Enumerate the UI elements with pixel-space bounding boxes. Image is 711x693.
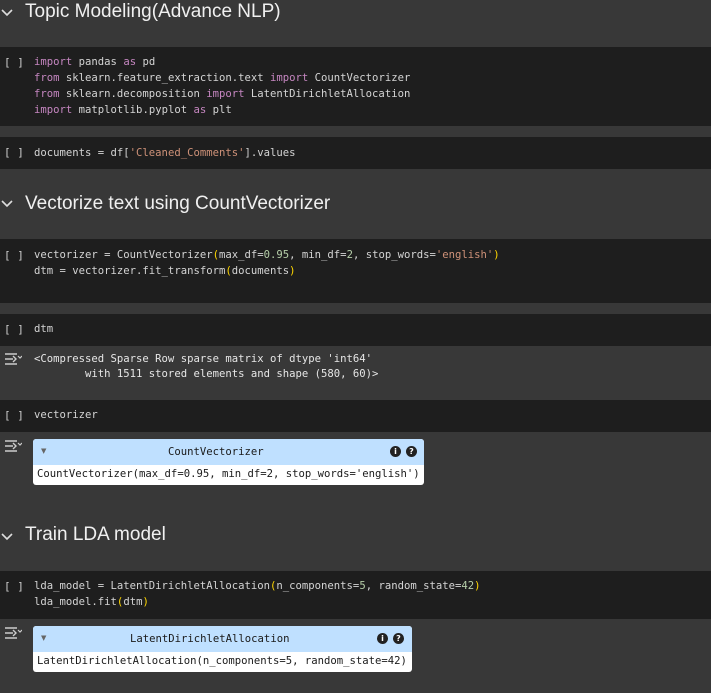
info-icon[interactable]: i: [390, 446, 401, 457]
code-token: as: [193, 104, 207, 116]
code-token: 'english': [435, 249, 494, 261]
cell-output-lda: ▼ LatentDirichletAllocation i ? LatentDi…: [0, 619, 711, 693]
section-heading-topic-modeling[interactable]: Topic Modeling(Advance NLP): [0, 0, 711, 40]
output-line: with 1511 stored elements and shape (580…: [34, 368, 379, 380]
estimator-header[interactable]: ▼ CountVectorizer i ?: [33, 439, 424, 465]
code-editor[interactable]: dtm: [34, 321, 53, 337]
code-editor[interactable]: import pandas as pd from sklearn.feature…: [34, 54, 410, 118]
code-editor[interactable]: lda_model = LatentDirichletAllocation(n_…: [34, 578, 481, 610]
code-token: ): [474, 580, 481, 592]
code-token: plt: [206, 104, 232, 116]
section-title: Topic Modeling(Advance NLP): [25, 1, 281, 22]
code-token: import: [34, 104, 73, 116]
code-token: pd: [136, 56, 156, 68]
output-icon[interactable]: [4, 439, 22, 453]
section-heading-vectorize[interactable]: Vectorize text using CountVectorizer: [0, 178, 711, 228]
code-token: ): [493, 249, 500, 261]
estimator-name: CountVectorizer: [168, 446, 264, 458]
estimator-repr: CountVectorizer(max_df=0.95, min_df=2, s…: [37, 468, 420, 480]
chevron-down-icon[interactable]: [0, 197, 14, 211]
code-token: ): [142, 596, 149, 608]
code-token: max_df=: [218, 249, 264, 261]
estimator-name: LatentDirichletAllocation: [130, 633, 290, 645]
code-token: pandas: [72, 56, 124, 68]
code-token: as: [123, 56, 137, 68]
code-token: lda_model = LatentDirichletAllocation: [34, 580, 270, 592]
code-token: sklearn.feature_extraction.text: [59, 72, 270, 84]
code-token: ].values: [244, 147, 296, 159]
estimator-card[interactable]: ▼ LatentDirichletAllocation i ? LatentDi…: [33, 626, 412, 672]
chevron-down-icon[interactable]: [0, 6, 14, 20]
run-cell-button[interactable]: [ ]: [4, 323, 24, 336]
code-token: , min_df=: [289, 249, 347, 261]
code-token: from: [34, 88, 60, 100]
code-token: , stop_words=: [352, 249, 436, 261]
estimator-body: LatentDirichletAllocation(n_components=5…: [33, 652, 412, 672]
chevron-down-icon[interactable]: [0, 530, 14, 544]
expand-triangle-icon[interactable]: ▼: [41, 447, 46, 455]
code-token: documents: [231, 265, 290, 277]
code-token: 'Cleaned_Comments': [129, 147, 245, 159]
code-token: 42: [461, 580, 475, 592]
output-icon[interactable]: [4, 352, 22, 366]
code-token: , random_state=: [365, 580, 462, 592]
cell-output-vectorizer: ▼ CountVectorizer i ? CountVectorizer(ma…: [0, 432, 711, 492]
section-title: Train LDA model: [25, 524, 166, 545]
code-cell-vectorizer[interactable]: [ ] vectorizer: [0, 400, 711, 432]
code-token: ): [289, 265, 296, 277]
cell-output-dtm: <Compressed Sparse Row sparse matrix of …: [0, 346, 711, 400]
expand-triangle-icon[interactable]: ▼: [41, 634, 46, 642]
help-icon[interactable]: ?: [393, 633, 404, 644]
code-editor[interactable]: documents = df['Cleaned_Comments'].value…: [34, 145, 296, 161]
code-token: documents = df[: [34, 147, 130, 159]
estimator-body: CountVectorizer(max_df=0.95, min_df=2, s…: [33, 465, 424, 485]
run-cell-button[interactable]: [ ]: [4, 580, 24, 593]
code-token: matplotlib.pyplot: [72, 104, 194, 116]
code-token: sklearn.decomposition: [59, 88, 207, 100]
section-heading-train-lda[interactable]: Train LDA model: [0, 510, 711, 560]
estimator-card[interactable]: ▼ CountVectorizer i ? CountVectorizer(ma…: [33, 439, 424, 485]
help-icon[interactable]: ?: [406, 446, 417, 457]
code-token: n_components=: [276, 580, 360, 592]
output-text: <Compressed Sparse Row sparse matrix of …: [34, 352, 378, 382]
code-cell-lda[interactable]: [ ] lda_model = LatentDirichletAllocatio…: [0, 571, 711, 619]
run-cell-button[interactable]: [ ]: [4, 146, 24, 159]
info-icon[interactable]: i: [377, 633, 388, 644]
code-token: import: [34, 56, 73, 68]
output-icon[interactable]: [4, 626, 22, 640]
code-editor[interactable]: vectorizer: [34, 407, 98, 423]
section-title: Vectorize text using CountVectorizer: [25, 193, 331, 214]
output-line: <Compressed Sparse Row sparse matrix of …: [34, 353, 373, 365]
code-token: dtm = vectorizer.fit_transform: [34, 265, 226, 277]
code-cell-vectorizer-def[interactable]: [ ] vectorizer = CountVectorizer(max_df=…: [0, 239, 711, 303]
code-token: lda_model.fit: [34, 596, 117, 608]
estimator-repr: LatentDirichletAllocation(n_components=5…: [37, 655, 407, 667]
code-token: vectorizer = CountVectorizer: [34, 249, 213, 261]
code-token: CountVectorizer: [308, 72, 411, 84]
run-cell-button[interactable]: [ ]: [4, 56, 24, 69]
code-token: LatentDirichletAllocation: [244, 88, 411, 100]
code-token: dtm: [123, 596, 143, 608]
code-cell-dtm[interactable]: [ ] dtm: [0, 314, 711, 346]
estimator-header[interactable]: ▼ LatentDirichletAllocation i ?: [33, 626, 412, 652]
run-cell-button[interactable]: [ ]: [4, 249, 24, 262]
code-token: 0.95: [263, 249, 290, 261]
code-token: import: [270, 72, 309, 84]
code-editor[interactable]: vectorizer = CountVectorizer(max_df=0.95…: [34, 247, 500, 279]
code-cell-imports[interactable]: [ ] import pandas as pd from sklearn.fea…: [0, 47, 711, 126]
code-token: from: [34, 72, 60, 84]
code-token: import: [206, 88, 245, 100]
run-cell-button[interactable]: [ ]: [4, 409, 24, 422]
code-cell-documents[interactable]: [ ] documents = df['Cleaned_Comments'].v…: [0, 137, 711, 169]
